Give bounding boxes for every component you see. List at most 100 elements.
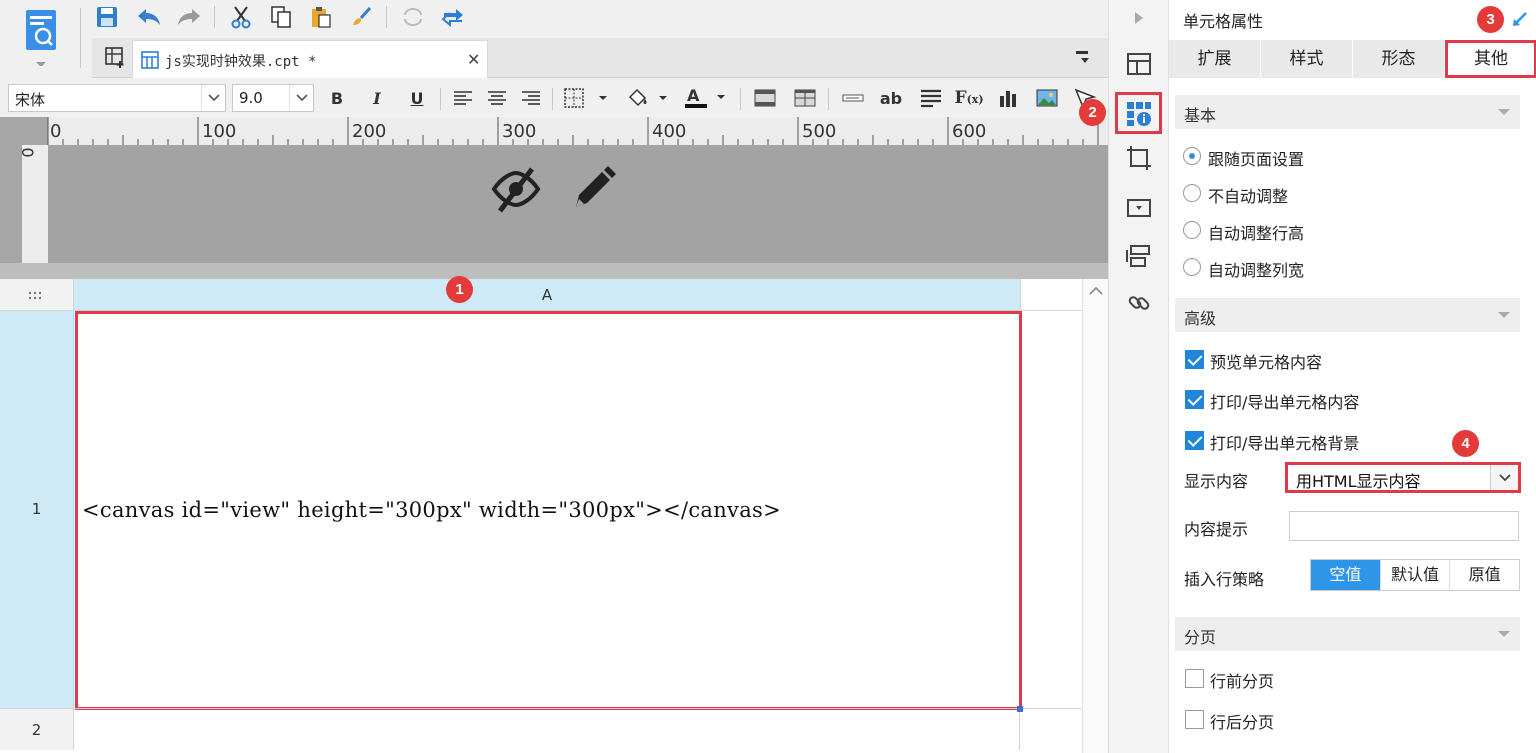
tab-extend[interactable]: 扩展 xyxy=(1169,40,1261,78)
vertical-scrollbar[interactable] xyxy=(1082,279,1108,753)
checkbox[interactable] xyxy=(1185,390,1204,409)
save-button[interactable] xyxy=(94,4,120,30)
radio-button[interactable] xyxy=(1183,221,1201,239)
formula-button[interactable]: F(x) xyxy=(954,85,983,111)
font-color-button[interactable]: A xyxy=(682,85,728,111)
align-right-button[interactable] xyxy=(518,85,544,111)
float-element-button[interactable] xyxy=(1123,142,1155,174)
strategy-default[interactable]: 默认值 xyxy=(1381,560,1451,590)
radio-button[interactable] xyxy=(1183,258,1201,276)
condition-icon xyxy=(1126,245,1150,267)
close-tab-icon[interactable]: ✕ xyxy=(467,50,480,69)
cut-button[interactable] xyxy=(228,4,254,30)
ruler-label: 600 xyxy=(952,121,987,142)
chart-button[interactable] xyxy=(996,85,1022,111)
merge-cells-button[interactable] xyxy=(752,85,778,111)
edit-pencil-icon[interactable] xyxy=(568,163,618,213)
checkbox[interactable] xyxy=(1185,350,1204,369)
fill-color-button[interactable] xyxy=(624,85,670,111)
section-advanced[interactable]: 高级 xyxy=(1175,298,1520,332)
paragraph-button[interactable] xyxy=(918,85,944,111)
dropdown-widget-icon xyxy=(1127,199,1151,217)
swap-button[interactable] xyxy=(440,4,466,30)
underline-button[interactable]: U xyxy=(404,85,430,111)
checkbox[interactable] xyxy=(1185,669,1204,688)
font-family-select[interactable]: 宋体 xyxy=(8,84,226,112)
swap-arrows-icon xyxy=(441,9,463,28)
chevron-down-icon xyxy=(1498,109,1510,115)
section-basic[interactable]: 基本 xyxy=(1175,95,1520,129)
loop-button[interactable] xyxy=(400,4,426,30)
select-all-corner[interactable] xyxy=(0,279,74,311)
align-left-button[interactable] xyxy=(450,85,476,111)
vertical-ruler-label: 0 xyxy=(18,147,38,158)
chevron-up-icon[interactable] xyxy=(1089,286,1103,296)
tab-style[interactable]: 样式 xyxy=(1261,40,1353,78)
checkbox-label: 打印/导出单元格背景 xyxy=(1210,434,1360,453)
text-wrap-button[interactable]: ab xyxy=(878,85,904,111)
horizontal-ruler: 0 100 200 300 400 500 600 xyxy=(0,117,1108,145)
new-sheet-button[interactable] xyxy=(102,44,128,70)
refresh-icon xyxy=(404,8,422,26)
text-field-button[interactable] xyxy=(840,85,866,111)
cell-b2[interactable] xyxy=(1020,708,1082,750)
display-content-select[interactable]: 用HTML显示内容 xyxy=(1285,462,1521,493)
copy-button[interactable] xyxy=(268,4,294,30)
tab-form[interactable]: 形态 xyxy=(1353,40,1445,78)
link-icon xyxy=(1128,296,1150,310)
panel-tabs: 扩展 样式 形态 其他 xyxy=(1169,40,1536,78)
format-painter-button[interactable] xyxy=(348,4,374,30)
triangle-right-icon xyxy=(1135,12,1143,24)
file-tab[interactable]: js实现时钟效果.cpt * ✕ xyxy=(132,40,488,78)
cell-b1[interactable] xyxy=(1021,311,1082,708)
tab-other[interactable]: 其他 xyxy=(1445,40,1536,78)
chevron-down-icon xyxy=(201,85,225,111)
row-header-2[interactable]: 2 xyxy=(0,708,74,750)
section-advanced-title: 高级 xyxy=(1184,309,1217,328)
strategy-original[interactable]: 原值 xyxy=(1450,560,1519,590)
ruler-label: 200 xyxy=(352,121,387,142)
cell-a2[interactable] xyxy=(74,708,1020,750)
content-hint-input[interactable] xyxy=(1289,511,1519,541)
paste-button[interactable] xyxy=(308,4,334,30)
expand-arrow-icon[interactable] xyxy=(1511,10,1529,28)
crop-icon xyxy=(1127,146,1151,170)
border-icon xyxy=(564,88,607,108)
italic-button[interactable]: I xyxy=(364,85,390,111)
column-header-a[interactable]: A xyxy=(74,279,1020,311)
checkbox[interactable] xyxy=(1185,431,1204,450)
tab-menu-button[interactable] xyxy=(1070,44,1096,70)
split-cells-button[interactable] xyxy=(792,85,818,111)
file-tab-label: js实现时钟效果.cpt * xyxy=(165,54,317,70)
section-paging-title: 分页 xyxy=(1184,628,1217,647)
cell-resize-handle[interactable] xyxy=(1017,706,1023,712)
collapse-strip-button[interactable] xyxy=(1123,2,1155,34)
brush-icon xyxy=(353,6,372,25)
svg-text:A: A xyxy=(687,86,700,105)
checkbox[interactable] xyxy=(1185,710,1204,729)
bold-button[interactable]: B xyxy=(324,85,350,111)
radio-button[interactable] xyxy=(1183,184,1201,202)
section-paging[interactable]: 分页 xyxy=(1175,617,1520,651)
row-header-1[interactable]: 1 xyxy=(0,311,74,708)
font-size-select[interactable]: 9.0 xyxy=(232,84,314,112)
image-button[interactable] xyxy=(1034,85,1060,111)
redo-button[interactable] xyxy=(176,4,202,30)
cell-a1[interactable]: <canvas id="view" height="300px" width="… xyxy=(75,311,1022,710)
preview-button[interactable] xyxy=(20,6,62,66)
checkbox-label: 预览单元格内容 xyxy=(1210,353,1323,372)
undo-button[interactable] xyxy=(136,4,162,30)
radio-button[interactable] xyxy=(1183,147,1201,165)
chevron-down-icon xyxy=(289,85,313,111)
display-content-label: 显示内容 xyxy=(1184,472,1249,491)
undo-icon xyxy=(138,9,160,25)
cell-element-button[interactable] xyxy=(1123,48,1155,80)
widget-button[interactable] xyxy=(1123,192,1155,224)
strategy-null[interactable]: 空值 xyxy=(1311,560,1381,590)
hyperlink-button[interactable] xyxy=(1123,287,1155,319)
align-center-button[interactable] xyxy=(484,85,510,111)
annotation-marker-2: 2 xyxy=(1079,99,1106,126)
condition-attribute-button[interactable] xyxy=(1123,240,1155,272)
border-button[interactable] xyxy=(562,85,610,111)
eye-off-icon[interactable] xyxy=(490,165,542,213)
